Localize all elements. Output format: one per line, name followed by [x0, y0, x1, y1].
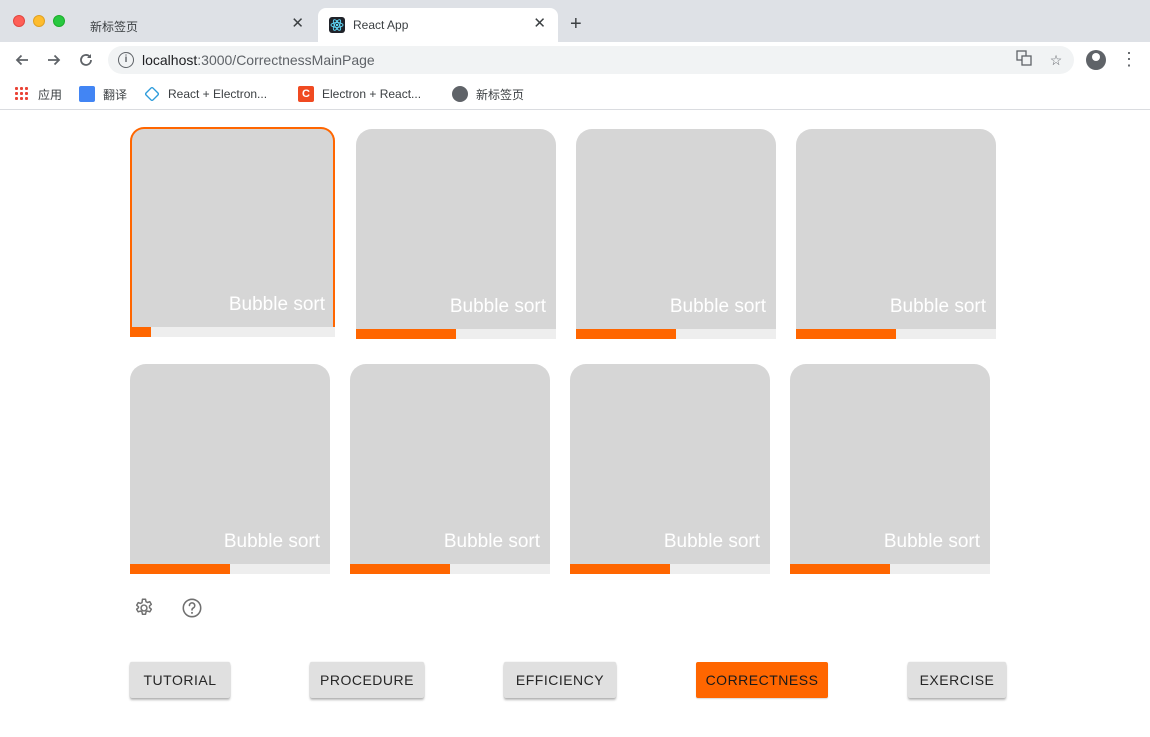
- close-tab-icon[interactable]: ✕: [291, 16, 304, 32]
- bookmark-apps[interactable]: 应用: [14, 84, 62, 104]
- forward-arrow-icon[interactable]: [44, 50, 64, 70]
- correctness-button[interactable]: CORRECTNESS: [696, 662, 828, 698]
- card-label: Bubble sort: [223, 531, 320, 552]
- tab-title: React App: [353, 18, 409, 32]
- c-logo-icon: C: [298, 86, 314, 102]
- progress-track: [130, 564, 330, 574]
- progress-fill: [350, 564, 450, 574]
- algorithm-card[interactable]: Bubble sort: [130, 127, 335, 337]
- apps-grid-icon: [14, 86, 30, 102]
- algorithm-card[interactable]: Bubble sort: [796, 129, 996, 339]
- card-label: Bubble sort: [669, 296, 766, 317]
- progress-track: [570, 564, 770, 574]
- algorithm-card[interactable]: Bubble sort: [790, 364, 990, 574]
- card-label: Bubble sort: [883, 531, 980, 552]
- algorithm-card[interactable]: Bubble sort: [350, 364, 550, 574]
- browser-menu-icon[interactable]: ⋮: [1120, 49, 1138, 69]
- react-logo-icon: [329, 17, 345, 33]
- progress-track: [576, 329, 776, 339]
- close-tab-icon[interactable]: ✕: [533, 16, 546, 32]
- progress-fill: [576, 329, 676, 339]
- procedure-button[interactable]: PROCEDURE: [310, 662, 424, 698]
- bookmark-new-tab[interactable]: 新标签页: [452, 84, 524, 104]
- progress-track: [796, 329, 996, 339]
- progress-fill: [570, 564, 670, 574]
- progress-fill: [130, 564, 230, 574]
- progress-fill: [356, 329, 456, 339]
- tutorial-button[interactable]: TUTORIAL: [130, 662, 230, 698]
- bookmarks-bar: 应用 翻译 React + Electron... C Electron + R…: [0, 78, 1150, 110]
- new-tab-icon[interactable]: +: [570, 14, 582, 34]
- address-bar[interactable]: i localhost:3000/CorrectnessMainPage ☆: [108, 46, 1074, 74]
- bookmark-react-electron[interactable]: React + Electron...: [144, 84, 267, 104]
- profile-avatar-icon[interactable]: [1086, 50, 1106, 70]
- algorithm-card[interactable]: Bubble sort: [576, 129, 776, 339]
- tab-title: 新标签页: [90, 20, 139, 34]
- efficiency-button[interactable]: EFFICIENCY: [504, 662, 616, 698]
- exercise-button[interactable]: EXERCISE: [908, 662, 1006, 698]
- close-window-button[interactable]: [13, 15, 25, 27]
- globe-icon: [452, 86, 468, 102]
- bookmark-translate[interactable]: 翻译: [79, 84, 127, 104]
- progress-track: [130, 327, 335, 337]
- progress-track: [790, 564, 990, 574]
- reload-icon[interactable]: [76, 50, 96, 70]
- bookmark-electron-react[interactable]: C Electron + React...: [298, 84, 421, 104]
- browser-tab-new-tab[interactable]: 新标签页 ✕: [78, 8, 316, 42]
- progress-fill: [130, 327, 151, 337]
- algorithm-card[interactable]: Bubble sort: [570, 364, 770, 574]
- url-text: localhost:3000/CorrectnessMainPage: [142, 52, 375, 68]
- browser-tab-react-app[interactable]: React App ✕: [318, 8, 558, 42]
- translate-icon: [79, 86, 95, 102]
- card-label: Bubble sort: [663, 531, 760, 552]
- card-label: Bubble sort: [449, 296, 546, 317]
- algorithm-card[interactable]: Bubble sort: [130, 364, 330, 574]
- card-label: Bubble sort: [889, 296, 986, 317]
- back-arrow-icon[interactable]: [12, 50, 32, 70]
- progress-track: [350, 564, 550, 574]
- browser-titlebar: 新标签页 ✕ React App ✕ +: [0, 0, 1150, 42]
- translate-page-icon[interactable]: [1014, 50, 1034, 70]
- help-circle-icon[interactable]: [181, 597, 203, 619]
- minimize-window-button[interactable]: [33, 15, 45, 27]
- card-label: Bubble sort: [443, 531, 540, 552]
- progress-track: [356, 329, 556, 339]
- card-label: Bubble sort: [228, 294, 325, 315]
- progress-fill: [790, 564, 890, 574]
- algorithm-card[interactable]: Bubble sort: [356, 129, 556, 339]
- electron-icon: [144, 86, 160, 102]
- site-info-icon[interactable]: i: [118, 52, 134, 68]
- browser-toolbar: i localhost:3000/CorrectnessMainPage ☆ ⋮: [0, 42, 1150, 78]
- zoom-window-button[interactable]: [53, 15, 65, 27]
- bookmark-star-icon[interactable]: ☆: [1046, 50, 1066, 70]
- gear-icon[interactable]: [133, 597, 155, 619]
- progress-fill: [796, 329, 896, 339]
